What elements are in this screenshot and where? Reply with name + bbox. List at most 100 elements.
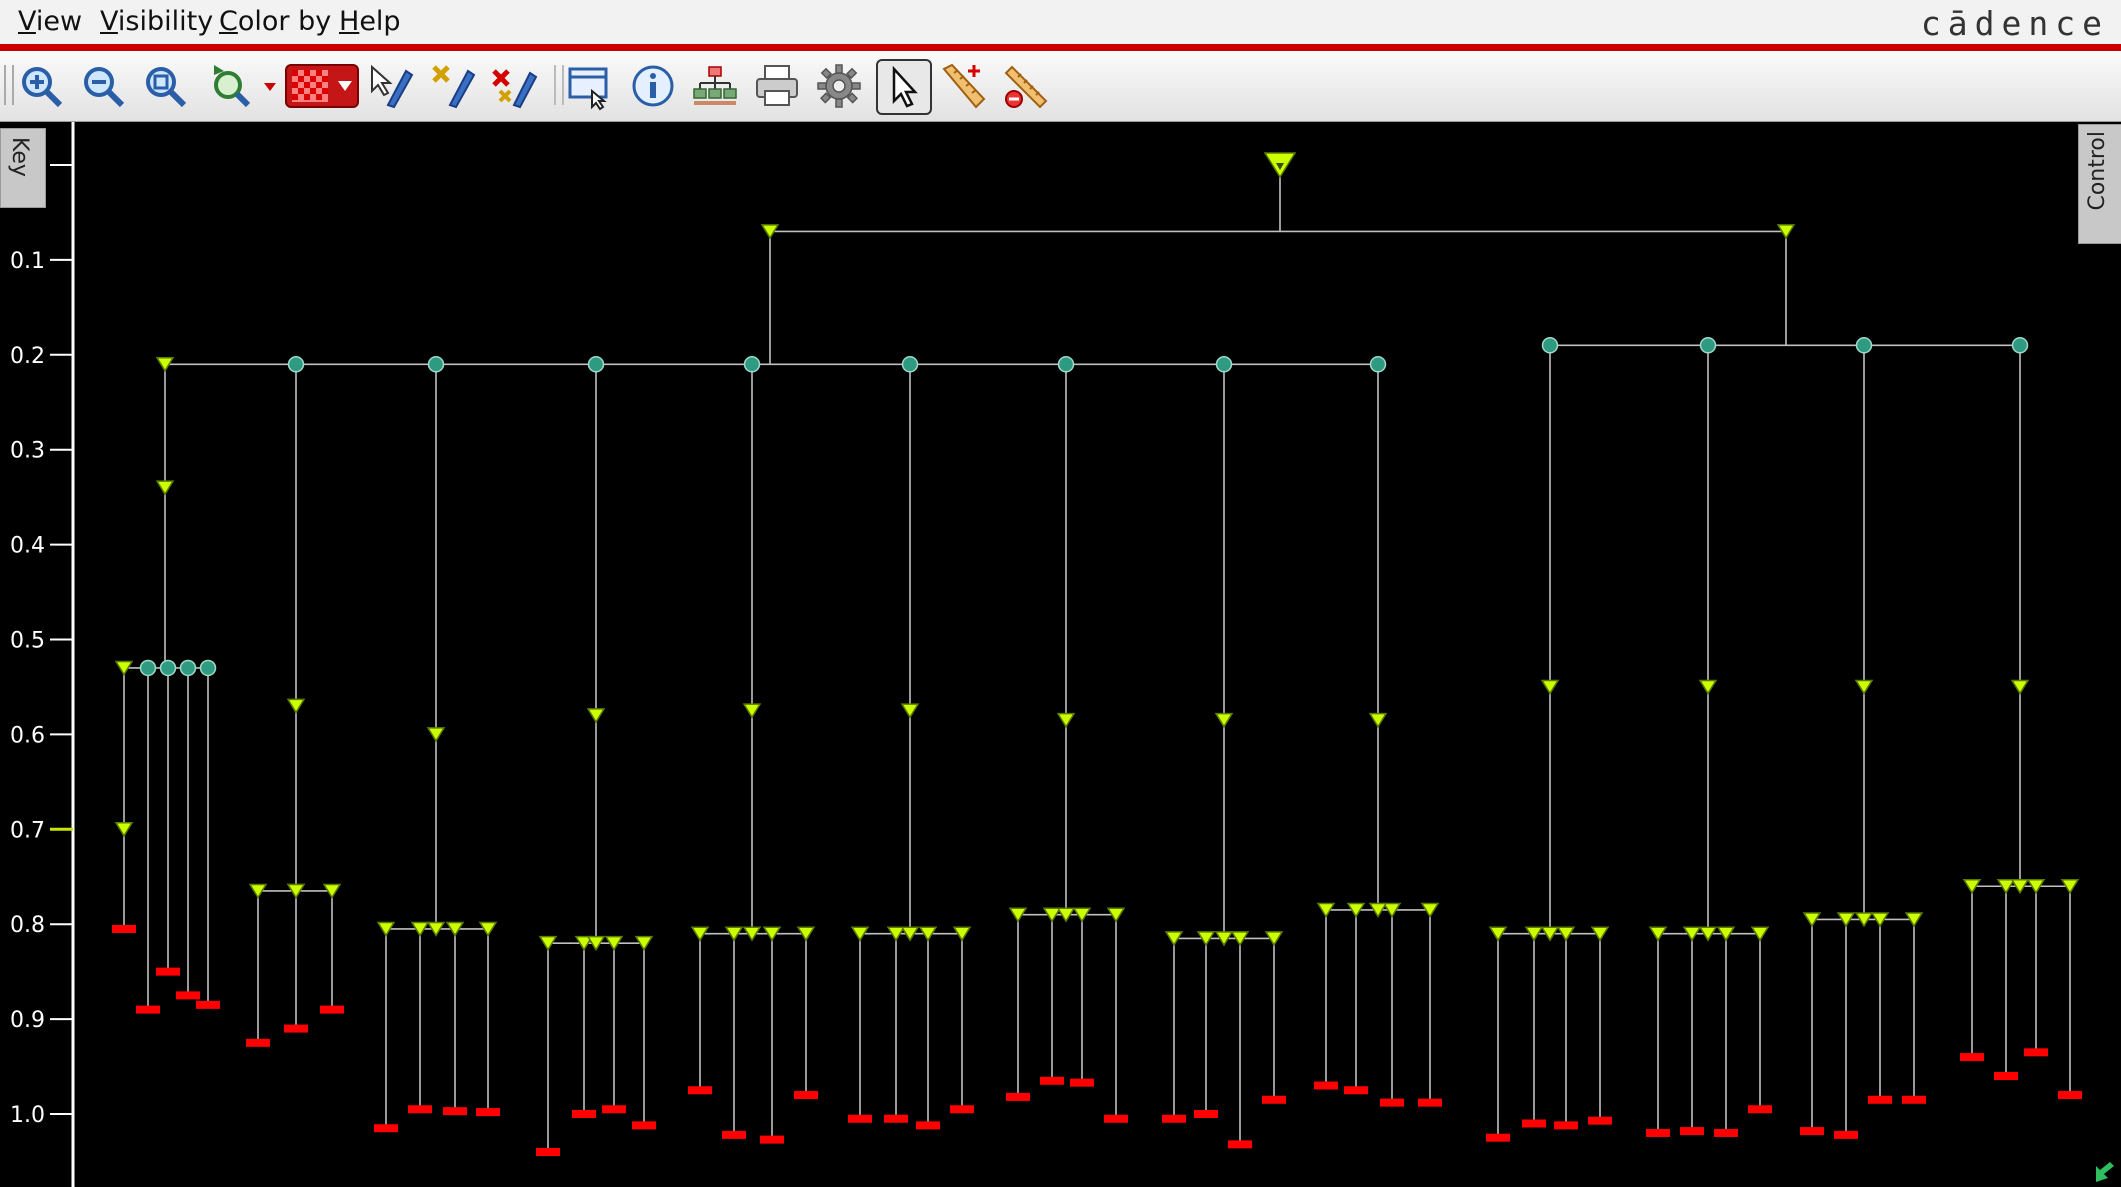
leaf-14[interactable] <box>156 967 180 976</box>
leaf-218[interactable] <box>1902 1095 1926 1104</box>
leaf-233[interactable] <box>2024 1048 2048 1057</box>
menu-view[interactable]: View <box>18 6 82 37</box>
leaf-194[interactable] <box>1680 1127 1704 1136</box>
leaf-140[interactable] <box>1228 1140 1252 1149</box>
leaf-107[interactable] <box>950 1105 974 1114</box>
tree-node-circle-146[interactable] <box>1215 356 1233 373</box>
tree-node-circle-74[interactable] <box>587 356 605 373</box>
leaf-29[interactable] <box>246 1038 270 1047</box>
tree-node-triangle-163[interactable] <box>1368 712 1388 729</box>
tree-node-circle-15[interactable] <box>159 659 177 677</box>
leaf-158[interactable] <box>1380 1098 1404 1107</box>
tree-node-triangle-22[interactable] <box>155 480 175 496</box>
leaf-173[interactable] <box>1486 1133 1510 1142</box>
tree-node-triangle-55[interactable] <box>426 727 446 743</box>
leaf-62[interactable] <box>536 1147 560 1156</box>
leaf-191[interactable] <box>1646 1128 1670 1137</box>
select-pen-icon[interactable] <box>366 61 416 111</box>
tree-node-triangle-109[interactable] <box>900 703 920 719</box>
cross-probe-icon[interactable] <box>428 61 478 111</box>
tree-node-circle-185[interactable] <box>1541 337 1559 354</box>
leaf-230[interactable] <box>1994 1072 2018 1081</box>
tree-node-circle-203[interactable] <box>1699 337 1717 354</box>
undo-zoom-icon[interactable] <box>204 61 280 111</box>
zoom-fit-icon[interactable] <box>140 61 190 111</box>
tree-node-triangle-220[interactable] <box>1854 679 1874 695</box>
leaf-182[interactable] <box>1588 1116 1612 1125</box>
control-tab[interactable]: Control <box>2078 124 2121 244</box>
leaf-17[interactable] <box>176 991 200 1000</box>
leaf-71[interactable] <box>632 1121 656 1130</box>
clear-probe-icon[interactable] <box>490 61 540 111</box>
toolbar-grip[interactable] <box>4 65 14 105</box>
leaf-209[interactable] <box>1800 1127 1824 1136</box>
leaf-176[interactable] <box>1522 1119 1546 1128</box>
leaf-134[interactable] <box>1162 1114 1186 1123</box>
leaf-125[interactable] <box>1104 1114 1128 1123</box>
tree-node-circle-12[interactable] <box>139 659 157 677</box>
leaf-236[interactable] <box>2058 1091 2082 1100</box>
tree-node-circle-110[interactable] <box>901 356 919 373</box>
leaf-152[interactable] <box>1314 1081 1338 1090</box>
tree-node-circle-128[interactable] <box>1057 356 1075 373</box>
print-icon[interactable] <box>752 61 802 111</box>
tree-node-triangle-91[interactable] <box>742 703 762 719</box>
leaf-137[interactable] <box>1194 1110 1218 1118</box>
menu-help[interactable]: Help <box>339 6 401 37</box>
menu-visibility[interactable]: Visibility <box>100 6 213 37</box>
leaf-179[interactable] <box>1554 1121 1578 1130</box>
tree-node-circle-239[interactable] <box>2011 337 2029 354</box>
color-pattern-icon[interactable] <box>284 61 360 111</box>
settings-icon[interactable] <box>814 61 864 111</box>
leaf-35[interactable] <box>320 1005 344 1014</box>
dendrogram-canvas[interactable]: 0.00.10.20.30.40.50.60.70.80.91.0 <box>0 122 2121 1187</box>
leaf-86[interactable] <box>760 1135 784 1144</box>
tree-node-circle-164[interactable] <box>1369 356 1387 373</box>
leaf-32[interactable] <box>284 1024 308 1033</box>
pointer-icon[interactable] <box>876 59 932 115</box>
leaf-227[interactable] <box>1960 1053 1984 1062</box>
leaf-68[interactable] <box>602 1105 626 1114</box>
leaf-50[interactable] <box>443 1107 467 1116</box>
tree-node-circle-92[interactable] <box>743 356 761 373</box>
leaf-215[interactable] <box>1868 1095 1892 1104</box>
tree-node-triangle-37[interactable] <box>286 698 306 714</box>
hierarchy-icon[interactable] <box>690 61 740 111</box>
menu-color-by[interactable]: Color by <box>219 6 331 37</box>
tree-node-triangle-145[interactable] <box>1214 712 1234 729</box>
leaf-122[interactable] <box>1070 1078 1094 1087</box>
leaf-7[interactable] <box>112 924 136 933</box>
leaf-116[interactable] <box>1006 1092 1030 1101</box>
info-icon[interactable] <box>628 61 678 111</box>
leaf-212[interactable] <box>1834 1130 1858 1139</box>
resize-arrow-icon[interactable] <box>2092 1160 2118 1186</box>
tree-node-triangle-202[interactable] <box>1698 679 1718 695</box>
leaf-89[interactable] <box>794 1091 818 1100</box>
tree-node-triangle-127[interactable] <box>1056 712 1076 729</box>
zoom-out-icon[interactable] <box>78 61 128 111</box>
ruler-clear-icon[interactable] <box>1002 61 1052 111</box>
leaf-47[interactable] <box>408 1105 432 1114</box>
tree-node-circle-38[interactable] <box>287 356 305 373</box>
leaf-11[interactable] <box>136 1005 160 1014</box>
key-tab[interactable]: Key <box>0 128 46 208</box>
leaf-65[interactable] <box>572 1110 596 1118</box>
tree-node-triangle-238[interactable] <box>2010 679 2030 695</box>
leaf-83[interactable] <box>722 1130 746 1139</box>
leaf-197[interactable] <box>1714 1128 1738 1137</box>
leaf-20[interactable] <box>196 1000 220 1009</box>
leaf-101[interactable] <box>884 1114 908 1123</box>
tree-node-triangle-8[interactable] <box>114 822 134 838</box>
leaf-104[interactable] <box>916 1121 940 1130</box>
ruler-measure-icon[interactable] <box>940 61 990 111</box>
tree-node-circle-221[interactable] <box>1855 337 1873 354</box>
leaf-98[interactable] <box>848 1114 872 1123</box>
tree-node-triangle-73[interactable] <box>586 708 606 724</box>
leaf-80[interactable] <box>688 1086 712 1095</box>
tree-node-circle-21[interactable] <box>199 659 217 677</box>
tree-node-circle-18[interactable] <box>179 659 197 677</box>
leaf-143[interactable] <box>1262 1095 1286 1104</box>
tree-node-circle-56[interactable] <box>427 356 445 373</box>
leaf-155[interactable] <box>1344 1086 1368 1095</box>
leaf-44[interactable] <box>374 1124 398 1133</box>
